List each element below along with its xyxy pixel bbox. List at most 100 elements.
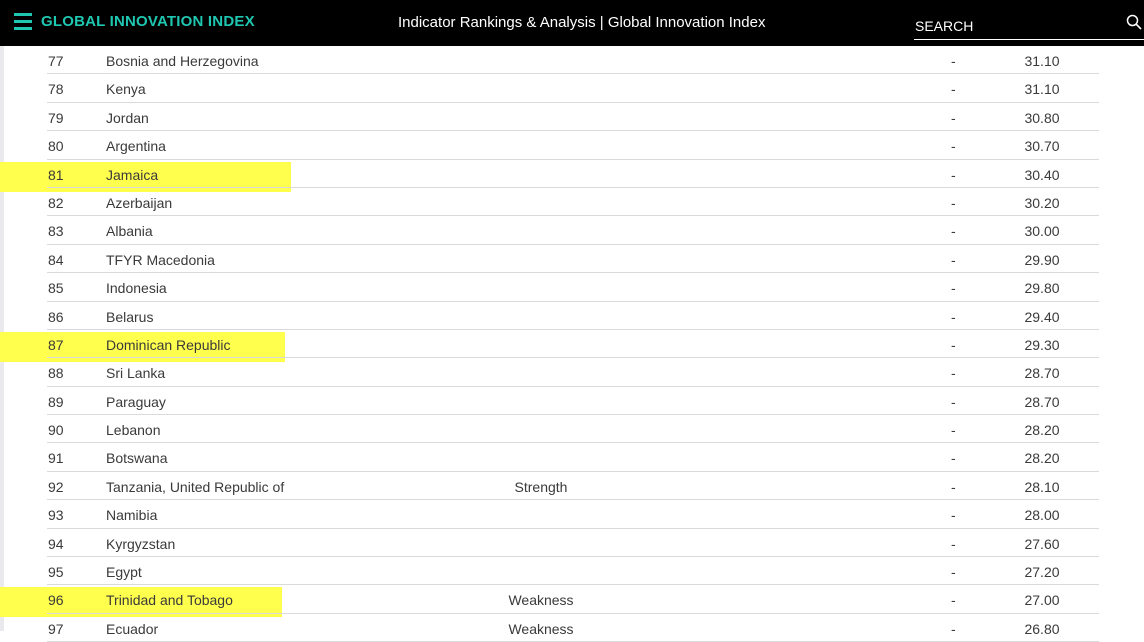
score-cell: 31.10 <box>1024 81 1060 98</box>
rank-cell: 79 <box>48 109 64 126</box>
country-link[interactable]: Belarus <box>106 309 153 325</box>
table-row: 82 Azerbaijan - 30.20 <box>0 188 1144 217</box>
change-cell: - <box>951 251 956 268</box>
score-cell: 30.00 <box>1024 223 1060 240</box>
change-cell: - <box>951 308 956 325</box>
score-cell: 29.30 <box>1024 336 1060 353</box>
country-link[interactable]: Tanzania, United Republic of <box>106 479 284 495</box>
rank-cell: 94 <box>48 535 64 552</box>
country-link[interactable]: Namibia <box>106 507 157 523</box>
country-link[interactable]: Jordan <box>106 110 149 126</box>
country-link[interactable]: Kyrgyzstan <box>106 536 175 552</box>
score-cell: 28.70 <box>1024 393 1060 410</box>
rank-cell: 89 <box>48 393 64 410</box>
table-row: 97 Ecuador Weakness - 26.80 <box>0 614 1144 642</box>
table-row: 83 Albania - 30.00 <box>0 216 1144 245</box>
score-cell: 26.80 <box>1024 620 1060 637</box>
score-cell: 28.00 <box>1024 507 1060 524</box>
change-cell: - <box>951 223 956 240</box>
rank-cell: 85 <box>48 280 64 297</box>
change-cell: - <box>951 620 956 637</box>
page-title: Indicator Rankings & Analysis | Global I… <box>398 14 766 31</box>
rank-cell: 78 <box>48 81 64 98</box>
country-link[interactable]: Egypt <box>106 564 142 580</box>
country-link[interactable]: Indonesia <box>106 280 167 296</box>
table-row: 78 Kenya - 31.10 <box>0 74 1144 103</box>
score-cell: 29.80 <box>1024 280 1060 297</box>
table-row: 90 Lebanon - 28.20 <box>0 415 1144 444</box>
rank-cell: 81 <box>48 166 64 183</box>
rank-cell: 83 <box>48 223 64 240</box>
country-link[interactable]: Trinidad and Tobago <box>106 592 233 608</box>
country-link[interactable]: Paraguay <box>106 394 166 410</box>
country-link[interactable]: Jamaica <box>106 167 158 183</box>
ranking-table: 77 Bosnia and Herzegovina - 31.10 78 Kenya - 31… <box>0 46 1144 642</box>
table-row: 89 Paraguay - 28.70 <box>0 387 1144 416</box>
rank-cell: 86 <box>48 308 64 325</box>
score-cell: 30.40 <box>1024 166 1060 183</box>
rank-cell: 80 <box>48 138 64 155</box>
country-link[interactable]: Albania <box>106 223 153 239</box>
change-cell: - <box>951 138 956 155</box>
score-cell: 27.20 <box>1024 564 1060 581</box>
change-cell: - <box>951 336 956 353</box>
table-row: 80 Argentina - 30.70 <box>0 131 1144 160</box>
table-row: 79 Jordan - 30.80 <box>0 103 1144 132</box>
rank-cell: 84 <box>48 251 64 268</box>
table-row: 94 Kyrgyzstan - 27.60 <box>0 529 1144 558</box>
country-link[interactable]: Sri Lanka <box>106 365 165 381</box>
table-row: 87 Dominican Republic - 29.30 <box>0 330 1144 362</box>
country-link[interactable]: Botswana <box>106 450 167 466</box>
score-cell: 30.80 <box>1024 109 1060 126</box>
score-cell: 29.40 <box>1024 308 1060 325</box>
rank-cell: 87 <box>48 336 64 353</box>
change-cell: - <box>951 592 956 609</box>
search-box <box>914 12 1144 40</box>
country-link[interactable]: TFYR Macedonia <box>106 252 215 268</box>
change-cell: - <box>951 81 956 98</box>
rank-cell: 77 <box>48 53 64 69</box>
strength-weakness-cell: Weakness <box>508 620 574 637</box>
table-row: 93 Namibia - 28.00 <box>0 500 1144 529</box>
rank-cell: 90 <box>48 422 64 439</box>
country-link[interactable]: Argentina <box>106 138 166 154</box>
search-input[interactable] <box>914 17 1115 35</box>
change-cell: - <box>951 365 956 382</box>
score-cell: 27.00 <box>1024 592 1060 609</box>
rank-cell: 96 <box>48 592 64 609</box>
change-cell: - <box>951 535 956 552</box>
table-row: 88 Sri Lanka - 28.70 <box>0 358 1144 387</box>
change-cell: - <box>951 280 956 297</box>
site-logo[interactable]: GLOBAL INNOVATION INDEX <box>41 13 255 30</box>
table-row: 85 Indonesia - 29.80 <box>0 273 1144 302</box>
change-cell: - <box>951 194 956 211</box>
table-row: 92 Tanzania, United Republic of Strength - 2… <box>0 472 1144 501</box>
country-link[interactable]: Kenya <box>106 81 146 97</box>
top-nav-bar: GLOBAL INNOVATION INDEX Indicator Rankin… <box>0 0 1144 46</box>
change-cell: - <box>951 478 956 495</box>
rank-cell: 92 <box>48 478 64 495</box>
rank-cell: 95 <box>48 564 64 581</box>
country-link[interactable]: Ecuador <box>106 621 158 637</box>
table-row: 77 Bosnia and Herzegovina - 31.10 <box>0 46 1144 75</box>
change-cell: - <box>951 109 956 126</box>
score-cell: 28.20 <box>1024 450 1060 467</box>
table-row: 91 Botswana - 28.20 <box>0 443 1144 472</box>
score-cell: 28.20 <box>1024 422 1060 439</box>
country-link[interactable]: Azerbaijan <box>106 195 172 211</box>
strength-weakness-cell: Strength <box>514 478 568 495</box>
table-row: 95 Egypt - 27.20 <box>0 557 1144 586</box>
rank-cell: 91 <box>48 450 64 467</box>
menu-icon[interactable] <box>14 13 32 30</box>
search-icon[interactable] <box>1126 14 1142 30</box>
score-cell: 27.60 <box>1024 535 1060 552</box>
score-cell: 31.10 <box>1024 53 1060 69</box>
rank-cell: 97 <box>48 620 64 637</box>
table-row: 96 Trinidad and Tobago Weakness - 27.00 <box>0 585 1144 618</box>
change-cell: - <box>951 564 956 581</box>
country-link[interactable]: Dominican Republic <box>106 337 231 353</box>
country-link[interactable]: Bosnia and Herzegovina <box>106 53 259 69</box>
change-cell: - <box>951 166 956 183</box>
change-cell: - <box>951 422 956 439</box>
country-link[interactable]: Lebanon <box>106 422 161 438</box>
